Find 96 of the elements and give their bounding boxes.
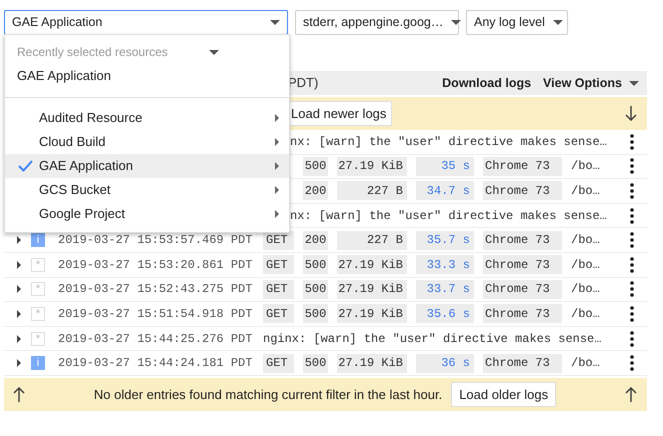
expand-icon[interactable] <box>16 260 20 269</box>
timestamp: 2019-03-27 15:44:25.276 PDT <box>58 332 252 346</box>
expand-icon[interactable] <box>16 285 20 294</box>
method-cell: GET <box>263 280 294 299</box>
recent-heading: Recently selected resources <box>17 44 168 61</box>
caret-down-icon <box>629 80 639 86</box>
download-logs-button[interactable]: Download logs <box>442 74 532 92</box>
size-cell: 27.19 KiB <box>337 280 407 299</box>
timestamp: 2019-03-27 15:53:57.469 PDT <box>58 233 252 248</box>
timestamp: 2019-03-27 15:53:20.861 PDT <box>58 258 252 272</box>
log-message: nx: [warn] the "user" directive makes sense… <box>290 134 607 151</box>
method-cell: GET <box>263 304 294 324</box>
load-older-logs-button[interactable]: Load older logs <box>451 382 556 407</box>
severity-icon: * <box>31 332 45 346</box>
method-cell: GET <box>263 255 294 274</box>
arrow-up-icon[interactable] <box>625 386 638 402</box>
status-cell: 500 <box>303 280 328 299</box>
resource-menu-item[interactable]: GCS Bucket <box>5 178 289 202</box>
latency-cell: 35.6 s <box>416 304 474 324</box>
user-agent-cell: Chrome 73 <box>483 156 562 176</box>
size-cell: 227 B <box>337 181 407 200</box>
path-cell-text: /bo… <box>571 256 600 274</box>
more-icon[interactable] <box>630 134 634 150</box>
status-cell: 500 <box>303 304 328 324</box>
chevron-right-icon <box>275 162 279 170</box>
latency-cell: 33.7 s <box>416 280 474 299</box>
size-cell: 27.19 KiB <box>337 156 407 176</box>
latency-cell: 35 s <box>416 156 474 176</box>
user-agent-cell: Chrome 73 <box>483 354 562 373</box>
caret-down-icon <box>209 50 219 54</box>
severity-icon: * <box>31 282 45 296</box>
size-cell: 227 B <box>337 230 407 250</box>
timestamp: 2019-03-27 15:52:43.275 PDT <box>58 282 252 296</box>
chevron-right-icon <box>275 138 279 146</box>
severity-icon: * <box>31 258 45 272</box>
no-older-entries-message: No older entries found matching current filter in the last hour. <box>94 386 442 404</box>
arrow-down-icon[interactable] <box>625 106 637 121</box>
size-cell: 27.19 KiB <box>337 354 407 373</box>
user-agent-cell: Chrome 73 <box>483 255 562 274</box>
more-icon[interactable] <box>630 355 634 372</box>
latency-cell: 33.3 s <box>416 255 474 274</box>
path-cell-text: /bo… <box>571 232 600 250</box>
chevron-right-icon <box>275 114 279 122</box>
severity-icon: * <box>31 306 45 321</box>
resource-menu-item[interactable]: Cloud Build <box>5 130 289 154</box>
chevron-right-icon <box>275 210 279 218</box>
user-agent-cell: Chrome 73 <box>483 304 562 324</box>
expand-icon[interactable] <box>16 310 20 318</box>
caret-down-icon <box>270 20 280 25</box>
path-cell-text: /bo… <box>571 158 600 176</box>
log-message: nginx: [warn] the "user" directive makes sense… <box>263 330 602 348</box>
path-cell-text: /bo… <box>571 306 600 323</box>
user-agent-cell: Chrome 73 <box>483 181 562 200</box>
expand-icon[interactable] <box>16 359 20 368</box>
view-options-button[interactable]: View Options <box>543 74 639 92</box>
status-cell: 200 <box>303 181 328 200</box>
log-message: nx: [warn] the "user" directive makes sense… <box>290 208 607 225</box>
latency-cell: 36 s <box>416 354 474 373</box>
resource-menu-item[interactable]: GAE Application <box>5 154 289 178</box>
timestamp: 2019-03-27 15:44:24.181 PDT <box>58 356 252 370</box>
status-cell: 500 <box>303 354 328 373</box>
severity-icon: i <box>31 356 45 370</box>
more-icon[interactable] <box>630 182 634 199</box>
caret-down-icon <box>451 20 462 25</box>
expand-icon[interactable] <box>16 334 20 343</box>
status-cell: 500 <box>303 255 328 274</box>
path-cell-text: /bo… <box>571 355 600 372</box>
more-icon[interactable] <box>630 330 634 347</box>
more-icon[interactable] <box>630 281 634 298</box>
latency-cell: 34.7 s <box>416 181 474 200</box>
checkmark-icon <box>18 160 32 172</box>
severity-icon: i <box>31 233 45 248</box>
filter-dropdown[interactable]: Any log level <box>466 10 568 35</box>
more-icon[interactable] <box>630 208 634 224</box>
more-icon[interactable] <box>630 158 634 174</box>
recent-resource-item[interactable]: GAE Application <box>5 61 289 91</box>
resource-menu-item[interactable]: Google Project <box>5 202 289 226</box>
chevron-right-icon <box>275 186 279 194</box>
path-cell-text: /bo… <box>571 182 600 200</box>
timestamp: 2019-03-27 15:51:54.918 PDT <box>58 306 252 321</box>
expand-icon[interactable] <box>16 236 20 244</box>
more-icon[interactable] <box>630 306 634 322</box>
size-cell: 27.19 KiB <box>337 255 407 274</box>
latency-cell: 35.7 s <box>416 230 474 250</box>
status-cell: 500 <box>303 156 328 176</box>
path-cell-text: /bo… <box>571 281 600 298</box>
more-icon[interactable] <box>630 232 634 248</box>
user-agent-cell: Chrome 73 <box>483 230 562 250</box>
size-cell: 27.19 KiB <box>337 304 407 324</box>
more-icon[interactable] <box>630 256 634 273</box>
method-cell: GET <box>263 354 294 373</box>
user-agent-cell: Chrome 73 <box>483 280 562 299</box>
caret-down-icon <box>552 20 563 25</box>
arrow-up-icon[interactable] <box>13 386 25 402</box>
status-cell: 200 <box>303 230 328 250</box>
filter-dropdown[interactable]: stderr, appengine.goog… <box>295 10 459 35</box>
